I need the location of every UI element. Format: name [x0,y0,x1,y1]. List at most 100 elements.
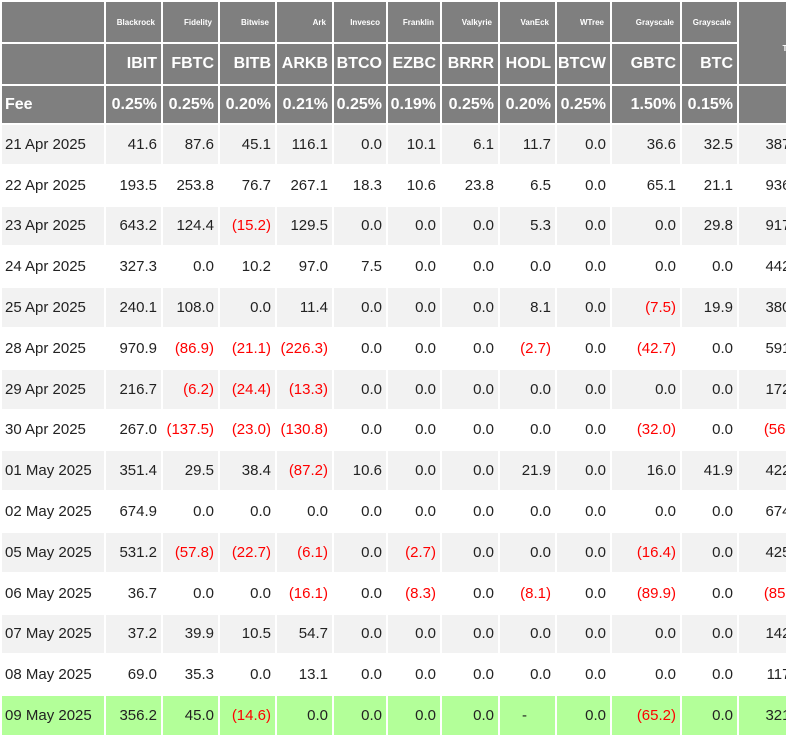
issuer-name: Fidelity [163,2,218,42]
flow-cell: 0.0 [442,206,498,246]
flow-cell: 97.0 [277,247,332,287]
flow-cell: (2.7) [388,532,440,572]
row-total: 917.0 [739,206,786,246]
flow-cell: (226.3) [277,328,332,368]
table-header: Blackrock Fidelity Bitwise Ark Invesco F… [2,2,786,123]
flow-cell: 21.9 [500,451,555,491]
flow-cell: 0.0 [557,247,610,287]
flow-cell: (6.2) [163,369,218,409]
flow-cell: (7.5) [612,288,680,327]
row-date: 08 May 2025 [2,655,104,695]
row-total: 142.3 [739,614,786,654]
flow-cell: 0.0 [334,573,386,613]
flow-cell: 0.0 [163,573,218,613]
table-body: 21 Apr 2025 41.6 87.6 45.1 116.1 0.0 10.1 6.1 11… [2,125,786,735]
flow-cell: 0.0 [388,614,440,654]
row-date: 28 Apr 2025 [2,328,104,368]
flow-cell: 0.0 [682,655,737,695]
table-row: 23 Apr 2025 643.2 124.4 (15.2) 129.5 0.0 0.0 0.… [2,206,786,246]
flow-cell: 7.5 [334,247,386,287]
flow-cell: 327.3 [106,247,161,287]
flow-cell: 0.0 [682,328,737,368]
flow-cell: (24.4) [220,369,275,409]
flow-cell: 13.1 [277,655,332,695]
flow-cell: 0.0 [442,532,498,572]
issuer-name: WTree [557,2,610,42]
flow-cell: 0.0 [388,492,440,531]
flow-cell: 0.0 [334,410,386,450]
flow-cell: 0.0 [388,451,440,491]
flow-cell: 0.0 [277,696,332,735]
flow-cell: 29.5 [163,451,218,491]
issuer-name: Franklin [388,2,440,42]
flow-cell: 356.2 [106,696,161,735]
flow-cell: 0.0 [388,696,440,735]
flow-cell: 0.0 [388,288,440,327]
flow-cell: (8.1) [500,573,555,613]
flow-cell: 0.0 [442,288,498,327]
flow-cell: 36.6 [612,125,680,164]
flow-cell: 0.0 [557,532,610,572]
fee-value: 0.25% [106,86,161,123]
flow-cell: 0.0 [442,369,498,409]
flow-cell: 0.0 [442,492,498,531]
flow-cell: 10.6 [334,451,386,491]
row-total: 442.0 [739,247,786,287]
row-date: 29 Apr 2025 [2,369,104,409]
flow-cell: 267.0 [106,410,161,450]
table-row: 24 Apr 2025 327.3 0.0 10.2 97.0 7.5 0.0 0.0 0.0 0… [2,247,786,287]
flow-cell: 11.7 [500,125,555,164]
table-row: 02 May 2025 674.9 0.0 0.0 0.0 0.0 0.0 0.0 0.0 0.0… [2,492,786,531]
issuer-name: Grayscale [612,2,680,42]
flow-cell: 0.0 [220,492,275,531]
fee-value: 0.15% [682,86,737,123]
row-total: 936.5 [739,165,786,205]
ticker-symbol: BITB [220,44,275,84]
flow-cell: 65.1 [612,165,680,205]
issuer-name: Ark [277,2,332,42]
flow-cell: 8.1 [500,288,555,327]
flow-cell: 37.2 [106,614,161,654]
flow-cell: 16.0 [612,451,680,491]
flow-cell: 87.6 [163,125,218,164]
row-total: 321.4 [739,696,786,735]
flow-cell: 0.0 [334,369,386,409]
flow-cell: 76.7 [220,165,275,205]
flow-cell: 0.0 [557,328,610,368]
ticker-row: IBIT FBTC BITB ARKB BTCO EZBC BRRR HODL … [2,44,786,84]
flow-cell: 0.0 [388,247,440,287]
flow-cell: 41.6 [106,125,161,164]
ticker-symbol: BRRR [442,44,498,84]
flow-cell: 5.3 [500,206,555,246]
flow-cell: 240.1 [106,288,161,327]
flow-cell: 0.0 [334,125,386,164]
flow-cell: 0.0 [500,247,555,287]
ticker-symbol: BTC [682,44,737,84]
flow-cell: (87.2) [277,451,332,491]
flow-cell: 0.0 [557,288,610,327]
flow-cell: 0.0 [612,614,680,654]
flow-cell: 0.0 [388,206,440,246]
flow-cell: 29.8 [682,206,737,246]
issuer-name: VanEck [500,2,555,42]
flow-cell: 36.7 [106,573,161,613]
flow-cell: 0.0 [682,573,737,613]
flow-cell: 124.4 [163,206,218,246]
flow-cell: 0.0 [334,288,386,327]
table-row: 28 Apr 2025 970.9 (86.9) (21.1) (226.3) 0.0 0.… [2,328,786,368]
flow-cell: 6.5 [500,165,555,205]
flow-cell: 643.2 [106,206,161,246]
flow-cell: 0.0 [500,492,555,531]
row-total: 674.9 [739,492,786,531]
table-row: 21 Apr 2025 41.6 87.6 45.1 116.1 0.0 10.1 6.1 11… [2,125,786,164]
flow-cell: 69.0 [106,655,161,695]
fee-value: 1.50% [612,86,680,123]
flow-cell: (42.7) [612,328,680,368]
ticker-symbol: HODL [500,44,555,84]
flow-cell: 0.0 [442,655,498,695]
issuer-name: Bitwise [220,2,275,42]
ticker-symbol: EZBC [388,44,440,84]
flow-cell: (15.2) [220,206,275,246]
flow-cell: 19.9 [682,288,737,327]
flow-cell: (23.0) [220,410,275,450]
